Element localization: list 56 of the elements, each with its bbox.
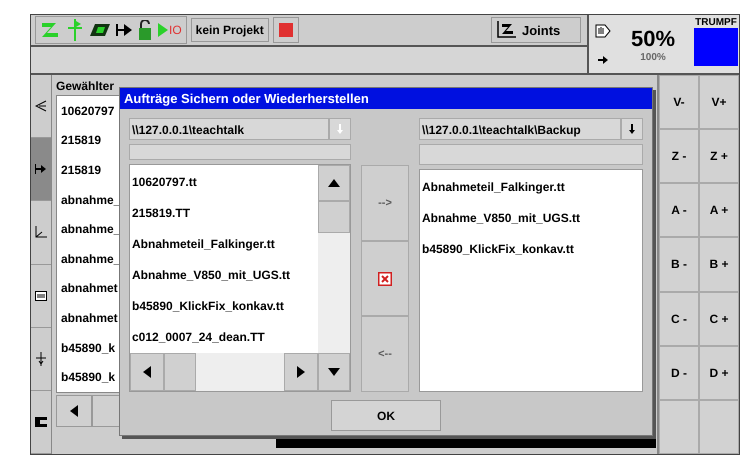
file-item[interactable]: c012_0007_24_dean.TT: [132, 322, 318, 353]
filter-field[interactable]: [129, 144, 351, 160]
jog-minus-button[interactable]: B -: [659, 237, 699, 292]
max-override-value: 100%: [640, 52, 666, 62]
scroll-down-button[interactable]: [318, 353, 350, 391]
jog-plus-button[interactable]: Z +: [699, 129, 739, 184]
jog-plus-button[interactable]: A +: [699, 183, 739, 238]
mode-button[interactable]: Joints: [491, 17, 581, 43]
jog-plus-button[interactable]: D +: [699, 346, 739, 400]
delete-icon: [378, 272, 392, 286]
jog-plus-button[interactable]: V+: [699, 75, 739, 130]
file-item[interactable]: Abnahmeteil_Falkinger.tt: [132, 229, 318, 260]
override-value: 50%: [630, 26, 676, 52]
stop-button[interactable]: [272, 17, 299, 43]
scroll-up-button[interactable]: [318, 165, 350, 201]
list-title: Gewählter: [56, 79, 116, 95]
file-item[interactable]: 10620797.tt: [132, 167, 318, 198]
jog-plus-button[interactable]: C +: [699, 292, 739, 346]
arrow-down-icon: [629, 124, 635, 134]
jog-minus-button[interactable]: V-: [659, 75, 699, 130]
side-tab[interactable]: [31, 138, 51, 202]
file-item[interactable]: Abnahme_V850_mit_UGS.tt: [422, 203, 642, 234]
scroll-left-button[interactable]: [130, 353, 164, 391]
list-icon: [35, 290, 47, 301]
dialog-title: Aufträge Sichern oder Wiederherstellen: [120, 88, 652, 109]
path-field[interactable]: \\127.0.0.1\teachtalk: [129, 118, 329, 140]
project-label: kein Projekt: [190, 18, 269, 42]
path-field[interactable]: \\127.0.0.1\teachtalk\Backup: [419, 118, 621, 140]
file-item[interactable]: Abnahme_V850_mit_UGS.tt: [132, 260, 318, 291]
arrow-icon: [598, 56, 608, 64]
file-item[interactable]: b45890_KlickFix_konkav.tt: [422, 234, 642, 265]
arrow-down-icon: [337, 124, 343, 134]
scroll-right-button[interactable]: [284, 353, 318, 391]
arrow-icon: [35, 163, 47, 176]
axes-icon: [35, 226, 47, 238]
jog-minus-button[interactable]: A -: [659, 183, 699, 238]
scrollbar-thumb[interactable]: [164, 353, 196, 391]
delete-button[interactable]: [361, 240, 409, 316]
padlock-icon[interactable]: [138, 20, 152, 40]
file-item[interactable]: b45890_KlickFix_konkav.tt: [132, 291, 318, 322]
dropdown-button[interactable]: [621, 118, 643, 140]
ok-button[interactable]: OK: [331, 400, 441, 431]
arrow-icon[interactable]: [116, 23, 132, 37]
axes-icon: [496, 21, 516, 39]
file-item[interactable]: Abnahmeteil_Falkinger.tt: [422, 172, 642, 203]
jog-minus-button[interactable]: D -: [659, 346, 699, 400]
jog-minus-button[interactable]: C -: [659, 292, 699, 346]
scroll-left-button[interactable]: [56, 395, 92, 427]
logo-square: [694, 28, 738, 66]
jog-minus-button[interactable]: Z -: [659, 129, 699, 184]
jog-plus-button[interactable]: B +: [699, 237, 739, 292]
filter-field[interactable]: [419, 144, 643, 165]
scrollbar-thumb[interactable]: [318, 201, 350, 233]
brand-label: TRUMPF: [695, 17, 737, 28]
file-item[interactable]: 215819.TT: [132, 198, 318, 229]
play-icon: [158, 23, 168, 37]
